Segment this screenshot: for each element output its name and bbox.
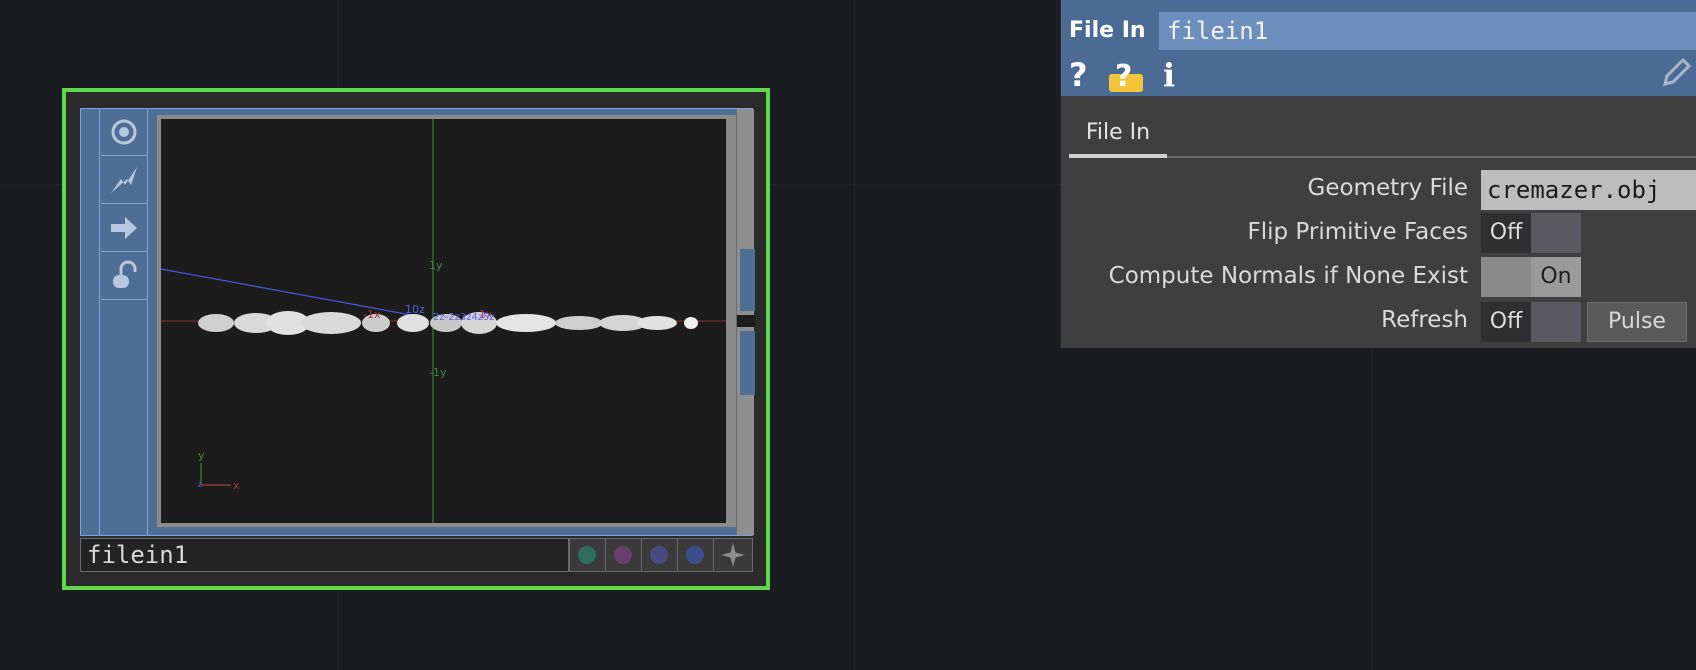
- y-tick-label-neg: -1y: [429, 366, 447, 379]
- node-flag-sidebar: [81, 109, 149, 535]
- gizmo-x-label: x: [233, 479, 240, 492]
- viewer-dot-green[interactable]: [569, 539, 604, 571]
- filein-node[interactable]: 1y -1y -1x 1x 10z 2z-2z3z4z5z y x z file…: [62, 88, 770, 590]
- toggle-knob[interactable]: [1531, 302, 1581, 342]
- help-icon[interactable]: ?: [1069, 56, 1088, 94]
- z-tick-cluster: 2z-2z3z4z5z: [433, 312, 495, 323]
- node-body[interactable]: 1y -1y -1x 1x 10z 2z-2z3z4z5z y x z: [80, 108, 755, 536]
- scrollbar-gap: [737, 315, 755, 327]
- python-help-icon[interactable]: ?: [1105, 56, 1145, 96]
- toggle-knob[interactable]: [1531, 213, 1581, 253]
- scrollbar-thumb-lower[interactable]: [740, 331, 755, 395]
- compute-normals-toggle[interactable]: On: [1481, 257, 1581, 297]
- op-name-field[interactable]: filein1: [1159, 12, 1696, 50]
- viewer-canvas: 1y -1y -1x 1x 10z 2z-2z3z4z5z y x z: [161, 119, 726, 523]
- parameter-panel: File In filein1 ? ? i File In Geometry F…: [1060, 0, 1696, 348]
- svg-text:?: ?: [1115, 59, 1132, 94]
- y-tick-label-pos: 1y: [429, 259, 443, 272]
- geometry-file-field[interactable]: cremazer.obj: [1481, 170, 1696, 210]
- star-icon[interactable]: [713, 539, 752, 571]
- refresh-label: Refresh: [1381, 307, 1468, 333]
- lock-flag-icon[interactable]: [101, 253, 147, 300]
- pulse-button[interactable]: Pulse: [1587, 302, 1687, 342]
- edit-icon[interactable]: [1661, 56, 1692, 88]
- axis-gizmo: y x z: [198, 449, 240, 492]
- cook-flag-icon[interactable]: [101, 109, 147, 156]
- flip-faces-label: Flip Primitive Faces: [1247, 219, 1469, 245]
- compute-normals-value[interactable]: On: [1531, 257, 1581, 297]
- viewer-dot-pink[interactable]: [605, 539, 640, 571]
- node-name-bar: filein1: [80, 538, 753, 572]
- gizmo-y-label: y: [198, 449, 205, 462]
- geometry-file-label: Geometry File: [1307, 175, 1468, 201]
- toggle-knob[interactable]: [1481, 257, 1531, 297]
- param-header: File In filein1 ? ? i: [1061, 0, 1696, 96]
- display-flag-icon[interactable]: [101, 205, 147, 252]
- x-tick-label-neg: -1x: [363, 308, 381, 321]
- sidebar-divider: [147, 109, 148, 535]
- flip-faces-value[interactable]: Off: [1481, 213, 1531, 253]
- scrollbar-thumb-upper[interactable]: [740, 249, 755, 311]
- param-tabs: File In: [1069, 112, 1696, 158]
- node-name-label[interactable]: filein1: [81, 539, 569, 571]
- z-tick-label: 10z: [405, 303, 425, 316]
- op-type-label: File In: [1069, 18, 1146, 43]
- flip-faces-toggle[interactable]: Off: [1481, 213, 1581, 253]
- grid-line: [854, 0, 855, 670]
- refresh-value[interactable]: Off: [1481, 302, 1531, 342]
- bypass-flag-icon[interactable]: [101, 157, 147, 204]
- info-icon[interactable]: i: [1163, 56, 1175, 94]
- geometry-viewer[interactable]: 1y -1y -1x 1x 10z 2z-2z3z4z5z y x z: [161, 119, 726, 523]
- viewer-dot-purple[interactable]: [641, 539, 676, 571]
- viewer-dot-blue[interactable]: [677, 539, 712, 571]
- refresh-toggle[interactable]: Off: [1481, 302, 1581, 342]
- gizmo-z-label: z: [198, 480, 202, 489]
- tab-file-in[interactable]: File In: [1069, 112, 1167, 158]
- node-input-strip[interactable]: [81, 109, 100, 535]
- compute-normals-label: Compute Normals if None Exist: [1108, 263, 1468, 289]
- viewer-scrollbar[interactable]: [736, 109, 755, 535]
